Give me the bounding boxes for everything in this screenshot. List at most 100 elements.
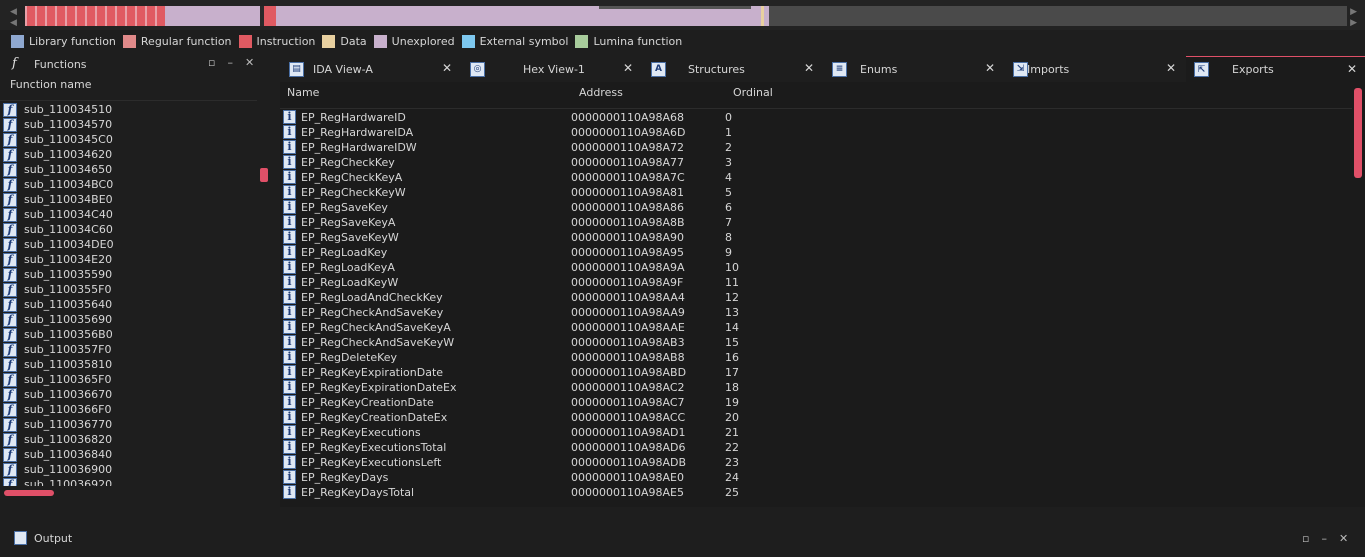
export-entry-icon: i [283,440,296,454]
tab-imports[interactable]: ⇲ Imports ✕ [1005,56,1186,82]
function-list-item[interactable]: f sub_110036670 [3,387,258,402]
export-row[interactable]: i EP_RegCheckAndSaveKey 0000000110A98AA9 13 [280,305,1350,320]
function-list-item[interactable]: f sub_110036900 [3,462,258,477]
tab-ida-view-a[interactable]: ▤ IDA View-A ✕ [281,56,462,82]
export-row[interactable]: i EP_RegHardwareIDW 0000000110A98A72 2 [280,140,1350,155]
address-column-header[interactable]: Address [579,86,623,99]
close-panel-icon[interactable]: ✕ [1339,532,1348,545]
export-address: 0000000110A98AE5 [571,486,684,499]
function-list-item[interactable]: f sub_110034510 [3,102,258,117]
name-column-header[interactable]: Name [287,86,319,99]
minimize-panel-icon[interactable]: – [1321,532,1327,545]
export-row[interactable]: i EP_RegCheckKeyA 0000000110A98A7C 4 [280,170,1350,185]
close-tab-icon[interactable]: ✕ [804,61,814,75]
ida-view-icon: ▤ [289,61,304,77]
function-icon: f [3,432,17,447]
close-tab-icon[interactable]: ✕ [442,61,452,75]
export-row[interactable]: i EP_RegCheckAndSaveKeyA 0000000110A98AAE 1… [280,320,1350,335]
horizontal-scrollbar[interactable] [4,490,54,496]
export-row[interactable]: i EP_RegLoadKey 0000000110A98A95 9 [280,245,1350,260]
export-row[interactable]: i EP_RegSaveKeyW 0000000110A98A90 8 [280,230,1350,245]
tab-exports[interactable]: ⇱ Exports ✕ [1186,56,1365,82]
export-row[interactable]: i EP_RegLoadKeyA 0000000110A98A9A 10 [280,260,1350,275]
function-name: sub_1100366F0 [24,403,112,416]
close-tab-icon[interactable]: ✕ [1166,61,1176,75]
export-row[interactable]: i EP_RegSaveKey 0000000110A98A86 6 [280,200,1350,215]
function-list-item[interactable]: f sub_110034570 [3,117,258,132]
export-row[interactable]: i EP_RegKeyExpirationDateEx 0000000110A98A… [280,380,1350,395]
close-tab-icon[interactable]: ✕ [985,61,995,75]
export-address: 0000000110A98A86 [571,201,685,214]
float-panel-icon[interactable]: ▫ [208,56,215,69]
ordinal-column-header[interactable]: Ordinal [733,86,773,99]
exports-list[interactable]: i EP_RegHardwareID 0000000110A98A68 0 i EP_Re… [280,110,1350,502]
float-panel-icon[interactable]: ▫ [1302,532,1309,545]
function-list-item[interactable]: f sub_110036840 [3,447,258,462]
export-row[interactable]: i EP_RegKeyExecutionsTotal 0000000110A98AD… [280,440,1350,455]
export-row[interactable]: i EP_RegKeyExecutions 0000000110A98AD1 21 [280,425,1350,440]
export-row[interactable]: i EP_RegCheckAndSaveKeyW 0000000110A98AB3 1… [280,335,1350,350]
export-row[interactable]: i EP_RegHardwareIDA 0000000110A98A6D 1 [280,125,1350,140]
function-list-item[interactable]: f sub_110035690 [3,312,258,327]
function-list[interactable]: f sub_110034510 f sub_110034570 f sub_1100345… [3,102,258,486]
export-row[interactable]: i EP_RegKeyCreationDate 0000000110A98AC7 19 [280,395,1350,410]
tab-structures[interactable]: A Structures ✕ [643,56,824,82]
function-list-item[interactable]: f sub_1100356B0 [3,327,258,342]
function-icon: f [3,387,17,402]
function-icon: f [3,237,17,252]
function-name-column-header[interactable]: Function name [10,78,91,91]
nav-down-right-arrow-icon[interactable]: ▶ [1350,18,1357,28]
export-row[interactable]: i EP_RegCheckKeyW 0000000110A98A81 5 [280,185,1350,200]
function-list-item[interactable]: f sub_110034DE0 [3,237,258,252]
function-list-item[interactable]: f sub_110035810 [3,357,258,372]
function-list-item[interactable]: f sub_1100366F0 [3,402,258,417]
function-list-item[interactable]: f sub_110036770 [3,417,258,432]
function-list-item[interactable]: f sub_110034620 [3,147,258,162]
tab-enums[interactable]: ≡ Enums ✕ [824,56,1005,82]
close-tab-icon[interactable]: ✕ [623,61,633,75]
function-list-item[interactable]: f sub_110034650 [3,162,258,177]
function-list-item[interactable]: f sub_110035590 [3,267,258,282]
export-ordinal: 16 [725,351,739,364]
vertical-scroll-marker[interactable] [260,168,268,182]
navigation-band[interactable]: ◀ ◀ ▶ ▶ [0,0,1365,30]
close-tab-icon[interactable]: ✕ [1347,62,1357,76]
export-row[interactable]: i EP_RegLoadKeyW 0000000110A98A9F 11 [280,275,1350,290]
function-list-item[interactable]: f sub_1100355F0 [3,282,258,297]
export-name: EP_RegDeleteKey [301,351,398,364]
export-row[interactable]: i EP_RegKeyExecutionsLeft 0000000110A98ADB… [280,455,1350,470]
tab-hex-view-1[interactable]: ◎ Hex View-1 ✕ [462,56,643,82]
function-list-item[interactable]: f sub_110034BC0 [3,177,258,192]
export-row[interactable]: i EP_RegLoadAndCheckKey 0000000110A98AA4 12 [280,290,1350,305]
function-list-item[interactable]: f sub_110034C40 [3,207,258,222]
vertical-scrollbar[interactable] [1354,88,1362,178]
nav-left-arrow-icon[interactable]: ◀ [10,7,17,17]
function-name: sub_110034510 [24,103,113,116]
nav-right-arrow-icon[interactable]: ▶ [1350,7,1357,17]
export-row[interactable]: i EP_RegCheckKey 0000000110A98A77 3 [280,155,1350,170]
function-list-item[interactable]: f sub_110034BE0 [3,192,258,207]
function-list-item[interactable]: f sub_1100357F0 [3,342,258,357]
export-row[interactable]: i EP_RegHardwareID 0000000110A98A68 0 [280,110,1350,125]
navigation-strip[interactable] [25,6,1347,26]
export-row[interactable]: i EP_RegKeyDaysTotal 0000000110A98AE5 25 [280,485,1350,500]
export-row[interactable]: i EP_RegKeyDays 0000000110A98AE0 24 [280,470,1350,485]
function-list-item[interactable]: f sub_110036920 [3,477,258,486]
function-list-item[interactable]: f sub_110036820 [3,432,258,447]
close-panel-icon[interactable]: ✕ [245,56,254,69]
function-list-item[interactable]: f sub_1100365F0 [3,372,258,387]
export-address: 0000000110A98A95 [571,246,685,259]
enums-icon: ≡ [832,61,847,77]
export-row[interactable]: i EP_RegKeyCreationDateEx 0000000110A98ACC… [280,410,1350,425]
export-row[interactable]: i EP_RegDeleteKey 0000000110A98AB8 16 [280,350,1350,365]
export-entry-icon: i [283,260,296,274]
function-list-item[interactable]: f sub_1100345C0 [3,132,258,147]
export-row[interactable]: i EP_RegSaveKeyA 0000000110A98A8B 7 [280,215,1350,230]
nav-down-left-arrow-icon[interactable]: ◀ [10,18,17,28]
function-list-item[interactable]: f sub_110035640 [3,297,258,312]
export-name: EP_RegSaveKeyW [301,231,399,244]
function-list-item[interactable]: f sub_110034E20 [3,252,258,267]
minimize-panel-icon[interactable]: – [227,56,233,69]
function-list-item[interactable]: f sub_110034C60 [3,222,258,237]
export-row[interactable]: i EP_RegKeyExpirationDate 0000000110A98ABD… [280,365,1350,380]
